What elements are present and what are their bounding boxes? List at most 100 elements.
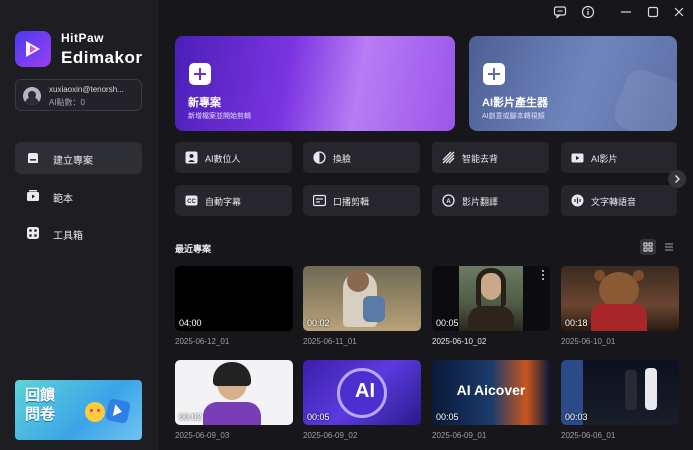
sidebar-item-create-project[interactable]: 建立專案 <box>15 142 142 174</box>
tool-face-swap[interactable]: 換臉 <box>303 142 420 173</box>
tool-ai-video[interactable]: AI影片 <box>561 142 677 173</box>
tool-label: 影片翻譯 <box>462 197 499 207</box>
project-date: 2025-06-09_02 <box>303 431 358 440</box>
thumbnail-dress <box>203 402 261 425</box>
user-email: xuxiaoxin@tenorsh... <box>49 85 124 94</box>
face-swap-icon <box>313 151 326 164</box>
close-icon[interactable] <box>672 5 686 19</box>
plus-icon <box>189 63 211 85</box>
project-date: 2025-06-11_01 <box>303 337 357 346</box>
info-icon[interactable] <box>581 5 595 19</box>
duration-label: 00:02 <box>179 412 202 422</box>
feedback-survey-banner[interactable]: 回饋問卷 <box>15 380 142 440</box>
project-date: 2025-06-09_01 <box>432 431 487 440</box>
promo-text: 回饋問卷 <box>25 387 56 423</box>
sidebar-item-templates[interactable]: 範本 <box>15 180 142 212</box>
sidebar-item-label: 建立專案 <box>53 156 93 167</box>
svg-text:CC: CC <box>187 199 196 205</box>
duration-label: 04:00 <box>179 318 202 328</box>
more-options-icon[interactable] <box>542 270 545 281</box>
template-icon <box>27 190 39 201</box>
video-translate-icon: A <box>442 194 455 207</box>
project-date: 2025-06-06_01 <box>561 431 616 440</box>
thumbnail-head <box>347 270 369 292</box>
voice-edit-icon <box>313 194 326 207</box>
tool-auto-subtitle[interactable]: CC 自動字幕 <box>175 185 292 216</box>
tool-video-translate[interactable]: A 影片翻譯 <box>432 185 549 216</box>
sidebar-item-label: 範本 <box>53 194 73 205</box>
tool-label: 口播剪輯 <box>333 197 370 207</box>
project-card[interactable]: 00:02 <box>303 266 421 331</box>
tool-label: 文字轉語音 <box>591 197 637 207</box>
plus-icon <box>483 63 505 85</box>
auto-subtitle-icon: CC <box>185 195 198 206</box>
thumbnail-child <box>363 296 385 322</box>
recent-projects-title: 最近專案 <box>175 244 212 254</box>
tool-label: 自動字幕 <box>205 197 242 207</box>
brand-name: Edimakor <box>61 48 143 67</box>
duration-label: 00:03 <box>565 412 588 422</box>
project-card[interactable]: 00:18 <box>561 266 679 331</box>
list-view-icon <box>665 243 673 251</box>
tool-label: 智能去背 <box>462 154 499 164</box>
tool-label: AI影片 <box>591 154 618 164</box>
thumbnail-body <box>468 306 514 331</box>
duration-label: 00:05 <box>436 412 459 422</box>
tool-text-to-speech[interactable]: 文字轉語音 <box>561 185 677 216</box>
toolbox-icon <box>27 227 39 239</box>
sidebar-item-label: 工具箱 <box>53 231 83 242</box>
thumbnail-player <box>625 370 637 410</box>
project-card[interactable]: 04:00 <box>175 266 293 331</box>
scroll-right-button[interactable] <box>668 170 686 188</box>
text-to-speech-icon <box>571 194 584 207</box>
sidebar-item-toolbox[interactable]: 工具箱 <box>15 217 142 249</box>
play-logo-decoration-icon <box>610 65 677 131</box>
thumbnail-hair <box>476 268 506 308</box>
chevron-right-icon <box>675 175 680 183</box>
thumbnail-bear-ear <box>633 270 644 281</box>
ai-avatar-icon <box>185 151 198 164</box>
app-logo <box>15 31 51 67</box>
list-view-button[interactable] <box>661 239 677 255</box>
sidebar: HitPaw Edimakor xuxiaoxin@tenorsh... AI點… <box>0 0 158 450</box>
tool-ai-avatar[interactable]: AI數位人 <box>175 142 292 173</box>
thumbnail-title: AI Aicover <box>456 382 526 398</box>
ai-video-generator-card[interactable]: AI影片產生器 AI創意或腳本轉視頻 <box>469 36 677 131</box>
svg-text:A: A <box>446 199 451 205</box>
duration-label: 00:02 <box>307 318 330 328</box>
avatar <box>23 87 41 105</box>
thumbnail-hair <box>213 362 251 386</box>
project-date: 2025-06-10_02 <box>432 337 487 346</box>
hero-title: AI影片產生器 <box>482 97 548 109</box>
user-account-card[interactable]: xuxiaoxin@tenorsh... AI點數：0 <box>15 79 142 111</box>
project-card[interactable]: AI Aicover 00:05 <box>432 360 550 425</box>
hero-subtitle: AI創意或腳本轉視頻 <box>482 113 545 120</box>
heart-eyes-emoji-icon <box>85 402 105 422</box>
tool-voice-edit[interactable]: 口播剪輯 <box>303 185 420 216</box>
ai-points: AI點數：0 <box>49 98 86 107</box>
duration-label: 00:05 <box>436 318 459 328</box>
project-card[interactable]: AI 00:05 <box>303 360 421 425</box>
project-date: 2025-06-09_03 <box>175 431 230 440</box>
duration-label: 00:18 <box>565 318 588 328</box>
tool-remove-background[interactable]: 智能去背 <box>432 142 549 173</box>
project-card[interactable]: 00:03 <box>561 360 679 425</box>
remove-background-icon <box>442 151 455 164</box>
feedback-icon[interactable] <box>553 5 567 19</box>
hero-title: 新專案 <box>188 97 221 109</box>
tool-label: AI數位人 <box>205 154 241 164</box>
maximize-icon[interactable] <box>646 5 660 19</box>
project-card[interactable]: 00:05 <box>432 266 550 331</box>
create-project-icon <box>28 153 38 163</box>
app-window: HitPaw Edimakor xuxiaoxin@tenorsh... AI點… <box>0 0 693 450</box>
hero-subtitle: 新增檔案並開始剪輯 <box>188 113 251 120</box>
new-project-card[interactable]: 新專案 新增檔案並開始剪輯 <box>175 36 455 131</box>
grid-view-button[interactable] <box>640 239 656 255</box>
project-date: 2025-06-12_01 <box>175 337 230 346</box>
minimize-icon[interactable] <box>619 5 633 19</box>
thumbnail-ai-text: AI <box>355 380 375 402</box>
project-card[interactable]: 00:02 <box>175 360 293 425</box>
duration-label: 00:05 <box>307 412 330 422</box>
thumbnail-player <box>645 368 657 410</box>
tool-label: 換臉 <box>333 154 352 164</box>
